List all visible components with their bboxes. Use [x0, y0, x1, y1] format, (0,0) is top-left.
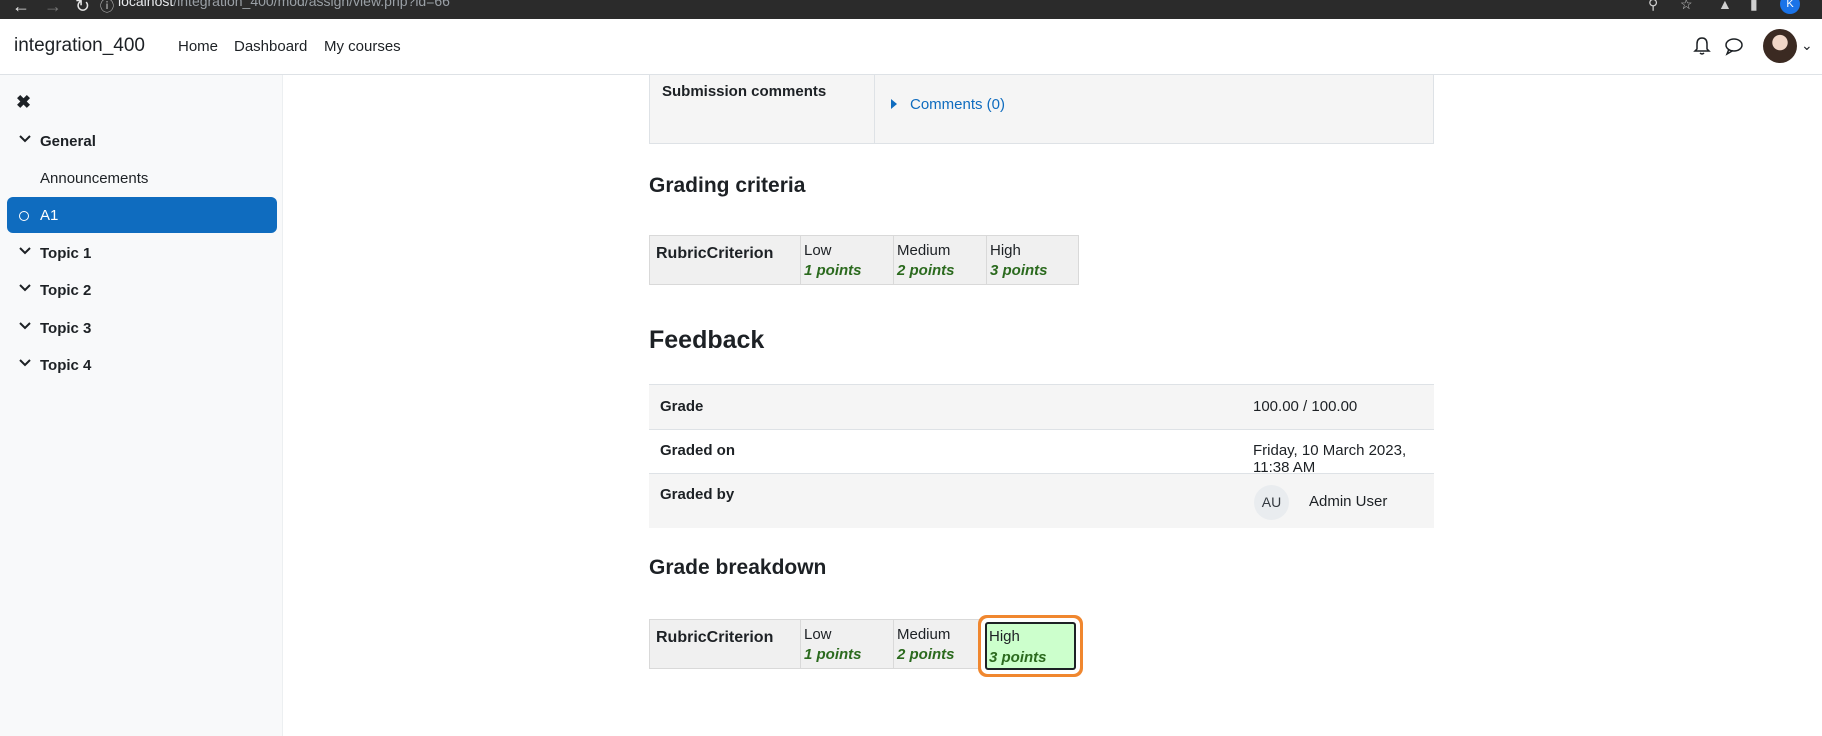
sidebar-section-topic-3[interactable]: Topic 3	[7, 310, 277, 346]
url-path: /integration_400/mod/assign/view.php?id=…	[173, 0, 450, 9]
site-name[interactable]: integration_400	[14, 35, 145, 57]
comments-link[interactable]: Comments (0)	[910, 96, 1005, 113]
nav-my-courses[interactable]: My courses	[324, 38, 401, 55]
level-points: 3 points	[989, 649, 1047, 666]
user-menu-chevron-down-icon[interactable]: ⌄	[1801, 37, 1813, 54]
nav-dashboard[interactable]: Dashboard	[234, 38, 307, 55]
grade-breakdown-rubric: RubricCriterion Low 1 points Medium 2 po…	[649, 619, 1079, 670]
top-navbar: integration_400 Home Dashboard My course…	[0, 19, 1822, 75]
side-panel-icon[interactable]: ▮	[1750, 0, 1758, 13]
url-host: localhost	[118, 0, 174, 9]
level-definition: High	[990, 242, 1021, 259]
forward-icon[interactable]: →	[44, 0, 62, 17]
browser-toolbar: ← → ↻ ⓘ localhost/integration_400/mod/as…	[0, 0, 1822, 19]
rubric-criterion-name: RubricCriterion	[656, 629, 774, 646]
nav-home[interactable]: Home	[178, 38, 218, 55]
chevron-down-icon[interactable]	[18, 244, 32, 258]
sidebar-item-a1[interactable]: A1	[7, 197, 277, 233]
back-icon[interactable]: ←	[12, 0, 30, 17]
feedback-value: 100.00 / 100.00	[1253, 398, 1358, 415]
grading-criteria-heading: Grading criteria	[649, 174, 806, 197]
sidebar-item-label: Announcements	[40, 170, 149, 187]
sidebar-item-label: A1	[40, 207, 59, 224]
rubric-level-low: Low 1 points	[800, 620, 893, 668]
level-points: 2 points	[897, 262, 955, 279]
level-points: 1 points	[804, 262, 862, 279]
chevron-down-icon[interactable]	[18, 319, 32, 333]
level-definition: High	[989, 628, 1020, 645]
browser-profile-avatar[interactable]: K	[1780, 0, 1800, 14]
feedback-key: Graded on	[660, 442, 736, 459]
feedback-row-graded-by: Graded by AU Admin User	[649, 473, 1434, 528]
reload-icon[interactable]: ↻	[75, 0, 90, 17]
grader-avatar: AU	[1254, 485, 1289, 520]
rubric-level-high: High 3 points	[986, 236, 1079, 284]
grading-criteria-rubric: RubricCriterion Low 1 points Medium 2 po…	[649, 235, 1079, 285]
rubric-level-medium: Medium 2 points	[893, 236, 986, 284]
sidebar-item-announcements[interactable]: Announcements	[7, 160, 277, 196]
feedback-key: Graded by	[660, 486, 735, 503]
level-points: 2 points	[897, 646, 955, 663]
submission-comments-label: Submission comments	[662, 83, 827, 100]
share-icon[interactable]: ⚲	[1648, 0, 1658, 13]
incomplete-circle-icon	[19, 211, 29, 221]
caret-right-icon[interactable]	[891, 99, 897, 109]
address-bar[interactable]: localhost/integration_400/mod/assign/vie…	[118, 0, 450, 9]
close-drawer-icon[interactable]: ✖	[16, 92, 31, 113]
messages-chat-icon[interactable]	[1724, 36, 1744, 56]
grade-breakdown-heading: Grade breakdown	[649, 556, 827, 579]
feedback-key: Grade	[660, 398, 704, 415]
course-index-drawer: ✖ General Announcements A1 Topic 1 Topic…	[0, 75, 283, 736]
sidebar-item-label: Topic 1	[40, 245, 92, 262]
level-points: 1 points	[804, 646, 862, 663]
feedback-heading: Feedback	[649, 326, 765, 354]
sidebar-item-label: Topic 4	[40, 357, 92, 374]
main-content: Submission comments Comments (0) Grading…	[284, 75, 1822, 736]
rubric-level-high-selected: High 3 points	[985, 622, 1076, 670]
user-avatar[interactable]	[1763, 29, 1797, 63]
level-points: 3 points	[990, 262, 1048, 279]
feedback-row-graded-on: Graded on Friday, 10 March 2023, 11:38 A…	[649, 429, 1434, 476]
feedback-row-grade: Grade 100.00 / 100.00	[649, 384, 1434, 429]
chevron-down-icon[interactable]	[18, 356, 32, 370]
bookmark-star-icon[interactable]: ☆	[1680, 0, 1693, 13]
level-definition: Low	[804, 626, 832, 643]
sidebar-item-label: Topic 2	[40, 282, 92, 299]
chevron-down-icon[interactable]	[18, 132, 32, 146]
sidebar-item-label: Topic 3	[40, 320, 92, 337]
level-definition: Medium	[897, 242, 951, 259]
sidebar-section-general[interactable]: General	[7, 123, 277, 159]
notifications-bell-icon[interactable]	[1693, 36, 1711, 56]
sidebar-section-topic-2[interactable]: Topic 2	[7, 272, 277, 308]
feedback-value: Friday, 10 March 2023, 11:38 AM	[1253, 442, 1407, 476]
grader-name: Admin User	[1309, 493, 1388, 510]
sidebar-item-label: General	[40, 133, 96, 150]
extensions-icon[interactable]: ▲	[1718, 0, 1732, 12]
rubric-criterion-name: RubricCriterion	[656, 245, 774, 262]
level-definition: Medium	[897, 626, 951, 643]
submission-comments-cell: Submission comments	[650, 75, 875, 143]
rubric-level-medium: Medium 2 points	[893, 620, 986, 668]
chevron-down-icon[interactable]	[18, 281, 32, 295]
site-info-icon[interactable]: ⓘ	[100, 0, 114, 16]
rubric-level-low: Low 1 points	[800, 236, 893, 284]
level-definition: Low	[804, 242, 832, 259]
sidebar-section-topic-1[interactable]: Topic 1	[7, 235, 277, 271]
sidebar-section-topic-4[interactable]: Topic 4	[7, 347, 277, 383]
submission-comments-row: Submission comments Comments (0)	[649, 75, 1434, 144]
